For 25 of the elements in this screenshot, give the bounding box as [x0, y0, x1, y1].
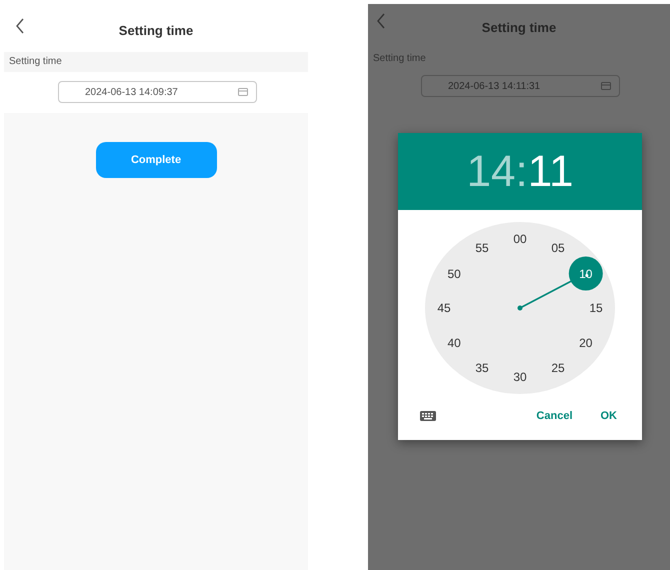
- minute-display[interactable]: 11: [528, 146, 574, 196]
- keyboard-icon[interactable]: [420, 411, 436, 421]
- cancel-button[interactable]: Cancel: [532, 406, 576, 426]
- calendar-icon[interactable]: [238, 88, 248, 96]
- minute-number[interactable]: 25: [551, 362, 565, 374]
- calendar-icon[interactable]: [601, 82, 611, 90]
- minute-number[interactable]: 45: [437, 302, 451, 314]
- minute-number[interactable]: 20: [579, 336, 592, 348]
- ok-button[interactable]: OK: [596, 406, 621, 426]
- datetime-field[interactable]: 2024-06-13 14:09:37: [58, 81, 257, 103]
- minute-number[interactable]: 00: [513, 233, 527, 245]
- back-icon[interactable]: [15, 18, 25, 34]
- minute-number[interactable]: 15: [589, 302, 603, 314]
- screen-title: Setting time: [118, 22, 194, 38]
- minute-number[interactable]: 30: [513, 371, 527, 383]
- time-separator: :: [516, 146, 528, 196]
- minute-number[interactable]: 35: [475, 362, 489, 374]
- minute-number[interactable]: 05: [551, 242, 565, 254]
- field-label: Setting time: [372, 52, 427, 66]
- minute-number[interactable]: 40: [448, 336, 461, 348]
- field-label: Setting time: [4, 52, 308, 72]
- minute-number[interactable]: 55: [475, 242, 489, 254]
- clock-hand[interactable]: [518, 256, 603, 310]
- minute-number[interactable]: 50: [448, 268, 461, 280]
- screen-title: Setting time: [482, 20, 556, 34]
